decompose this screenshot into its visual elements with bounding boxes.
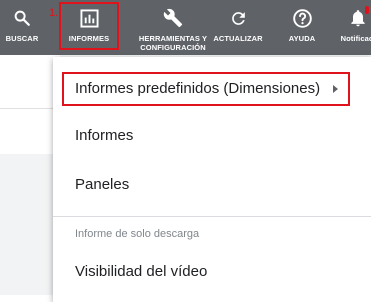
help-label: AYUDA bbox=[288, 34, 316, 43]
menu-subheader-download-only: Informe de solo descarga bbox=[75, 228, 200, 240]
annotation-highlight-predefined bbox=[62, 72, 350, 106]
refresh-label: ACTUALIZAR bbox=[213, 34, 263, 43]
notifications-label: Notificaci bbox=[340, 34, 371, 43]
annotation-step-1: 1. bbox=[49, 7, 59, 19]
menu-item-reports[interactable]: Informes bbox=[53, 121, 371, 151]
menu-item-label: Informes bbox=[75, 127, 134, 144]
page-header-area bbox=[0, 55, 60, 109]
tools-settings-label: HERRAMIENTAS Y CONFIGURACIÓN bbox=[138, 34, 208, 52]
reports-dropdown-menu: Informes predefinidos (Dimensiones) Info… bbox=[53, 57, 371, 302]
page-content-area bbox=[0, 109, 60, 154]
menu-item-label: Visibilidad del vídeo bbox=[75, 263, 208, 280]
wrench-icon bbox=[162, 7, 184, 29]
help-icon bbox=[291, 7, 313, 29]
annotation-highlight-reports bbox=[59, 2, 119, 50]
search-button[interactable]: BUSCAR bbox=[0, 0, 44, 55]
tools-settings-button[interactable]: HERRAMIENTAS Y CONFIGURACIÓN bbox=[133, 0, 213, 55]
menu-divider bbox=[53, 216, 371, 217]
search-icon bbox=[11, 7, 33, 29]
refresh-icon bbox=[227, 7, 249, 29]
menu-item-dashboards[interactable]: Paneles bbox=[53, 170, 371, 200]
search-label: BUSCAR bbox=[5, 34, 39, 43]
help-button[interactable]: AYUDA bbox=[280, 0, 324, 55]
menu-item-label: Paneles bbox=[75, 176, 130, 193]
menu-item-video-visibility[interactable]: Visibilidad del vídeo bbox=[53, 257, 371, 287]
refresh-button[interactable]: ACTUALIZAR bbox=[208, 0, 268, 55]
notification-badge bbox=[365, 6, 369, 14]
